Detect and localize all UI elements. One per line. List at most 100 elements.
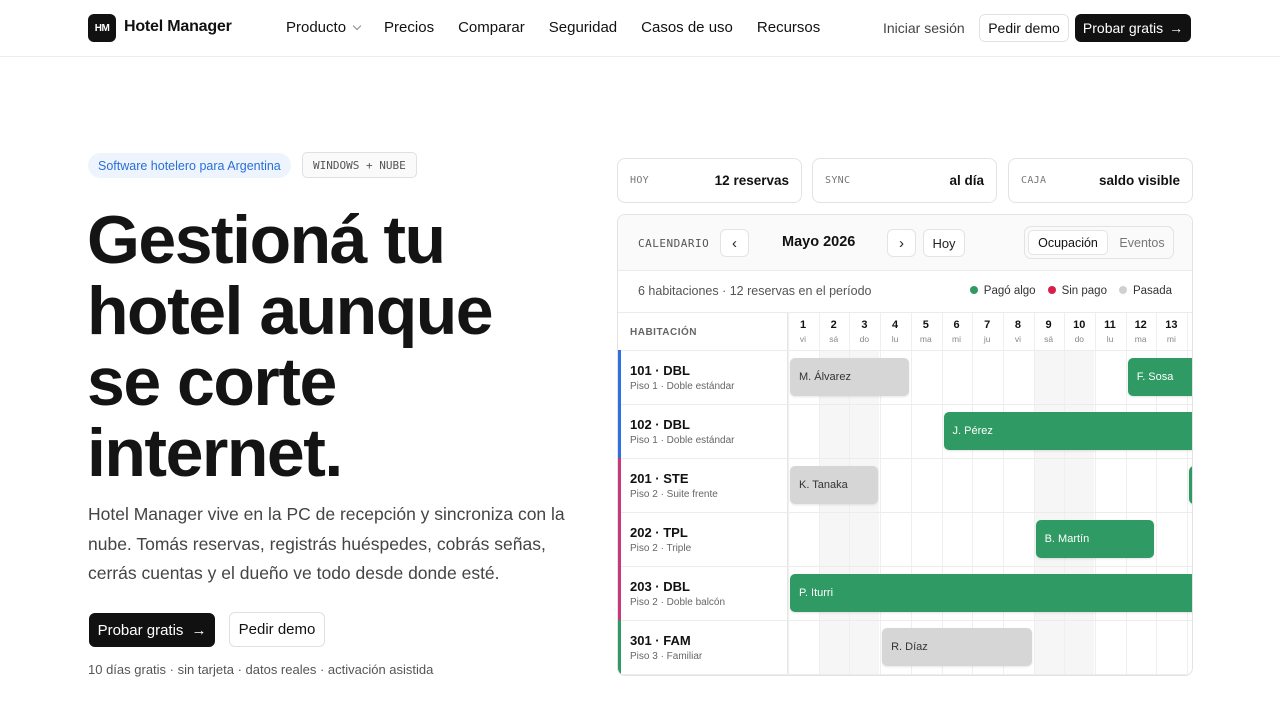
login-link[interactable]: Iniciar sesión	[883, 20, 965, 36]
arrow-right-icon: →	[191, 621, 207, 639]
prev-month-button[interactable]: ‹	[720, 229, 749, 257]
weekday-label: mi	[1166, 334, 1176, 344]
room-name[interactable]: 301 · FAM	[630, 633, 691, 648]
day-number: 3	[861, 319, 868, 331]
reservation-bar[interactable]: R. Díaz	[882, 628, 1032, 666]
stat-card-caja: CAJA saldo visible	[1008, 158, 1193, 203]
day-gridline	[1002, 313, 1004, 675]
day-header: 8 vi	[1003, 319, 1033, 344]
platform-badge: WINDOWS + NUBE	[302, 152, 417, 178]
nav-link-producto[interactable]: Producto	[286, 19, 362, 36]
day-gridline	[1095, 313, 1096, 675]
room-description: Piso 3 · Familiar	[630, 651, 703, 662]
dot-icon	[1047, 286, 1056, 294]
weekday-label: do	[1074, 334, 1085, 344]
room-name[interactable]: 102 · DBL	[630, 417, 690, 432]
room-color-bar	[618, 620, 621, 674]
reservation-bar[interactable]: K. Tanaka	[790, 466, 879, 504]
room-description: Piso 2 · Doble balcón	[630, 597, 726, 608]
room-name[interactable]: 203 · DBL	[630, 579, 690, 594]
top-navbar: HM Hotel Manager Producto Precios Compar…	[0, 0, 1280, 57]
row-divider	[618, 350, 1192, 351]
headline-line: se corte	[87, 344, 337, 420]
try-free-label: Probar gratis	[97, 621, 184, 639]
request-demo-button[interactable]: Pedir demo	[229, 612, 325, 647]
stat-label: HOY	[630, 175, 649, 186]
stat-card-sync: SYNC al día	[812, 158, 997, 203]
weekday-label: vi	[799, 334, 807, 344]
room-color-bar	[618, 458, 621, 512]
headline-line: hotel aunque	[87, 273, 494, 349]
room-description: Piso 1 · Doble estándar	[630, 381, 735, 392]
nav-link-casos-de-uso[interactable]: Casos de uso	[641, 19, 733, 36]
weekday-label: lu	[891, 334, 899, 344]
nav-link-label: Producto	[286, 19, 347, 36]
day-gridline	[788, 313, 789, 675]
hero-footnote: 10 días gratis · sin tarjeta · datos rea…	[88, 662, 434, 677]
room-description: Piso 2 · Triple	[630, 543, 692, 554]
reservation-bar[interactable]: P. Iturri	[790, 574, 1192, 612]
nav-demo-button[interactable]: Pedir demo	[979, 14, 1069, 42]
day-header: 11 lu	[1095, 319, 1125, 344]
day-gridline	[1064, 313, 1066, 675]
reservation-bar[interactable]: B. Martín	[1035, 520, 1155, 558]
headline-line: internet.	[87, 415, 343, 491]
day-number: 1	[799, 319, 807, 331]
day-header: 9 sá	[1034, 319, 1064, 344]
weekday-label: do	[859, 334, 870, 344]
calendar-title: CALENDARIO	[638, 237, 710, 250]
day-number: 5	[922, 319, 929, 331]
next-month-button[interactable]: ›	[887, 229, 916, 257]
calendar-summary: 6 habitaciones · 12 reservas en el perío…	[638, 284, 872, 298]
nav-link-recursos[interactable]: Recursos	[757, 19, 820, 36]
day-number: 6	[953, 319, 960, 331]
stat-label: SYNC	[825, 175, 851, 186]
weekday-label: lu	[1106, 334, 1114, 344]
day-header: 10 do	[1064, 319, 1094, 344]
room-color-bar	[618, 566, 621, 620]
room-name[interactable]: 101 · DBL	[630, 363, 690, 378]
weekend-shade	[1033, 350, 1064, 675]
nav-link-precios[interactable]: Precios	[384, 19, 434, 36]
weekday-label: ma	[1134, 334, 1147, 344]
hero-subtitle: Hotel Manager vive en la PC de recepción…	[88, 504, 565, 583]
today-button[interactable]: Hoy	[923, 229, 965, 257]
reservation-bar[interactable]	[1189, 466, 1192, 504]
day-header: 4 lu	[880, 319, 910, 344]
room-color-bar	[618, 404, 621, 458]
weekend-shade	[1064, 350, 1095, 675]
view-toggle: Ocupación Eventos	[1024, 226, 1174, 259]
weekday-label: sá	[829, 334, 839, 344]
view-occupancy-tab[interactable]: Ocupación	[1028, 230, 1108, 255]
room-column-divider	[787, 313, 788, 675]
nav-try-label: Probar gratis	[1082, 20, 1164, 36]
nav-link-seguridad[interactable]: Seguridad	[549, 19, 617, 36]
day-header: 1 vi	[788, 319, 818, 344]
nav-link-comparar[interactable]: Comparar	[458, 19, 525, 36]
weekday-label: ma	[919, 334, 932, 344]
room-name[interactable]: 202 · TPL	[630, 525, 688, 540]
row-divider	[618, 674, 1192, 675]
weekday-label: ju	[983, 334, 991, 344]
day-number: 7	[984, 319, 991, 331]
stat-value: al día	[949, 173, 984, 188]
row-divider	[618, 458, 1192, 459]
calendar-month: Mayo 2026	[782, 234, 856, 250]
brand-name[interactable]: Hotel Manager	[124, 18, 232, 36]
logo-icon[interactable]: HM	[88, 14, 116, 42]
hero-headline: Gestioná tu hotel aunque se corte intern…	[87, 205, 587, 489]
calendar-legend: Pagó algo Sin pago Pasada	[969, 285, 1172, 297]
try-free-button[interactable]: Probar gratis →	[89, 613, 215, 647]
weekday-label: mi	[952, 334, 961, 344]
day-gridline	[941, 313, 943, 675]
reservation-bar[interactable]: F. Sosa	[1127, 358, 1192, 396]
row-divider	[618, 512, 1192, 513]
day-header: 7 ju	[972, 319, 1002, 344]
day-number: 13	[1165, 319, 1178, 331]
room-name[interactable]: 201 · STE	[630, 471, 689, 486]
reservation-bar[interactable]: M. Álvarez	[790, 358, 909, 396]
nav-try-button[interactable]: Probar gratis →	[1075, 14, 1191, 42]
weekday-label: vi	[1014, 334, 1021, 344]
view-events-tab[interactable]: Eventos	[1113, 230, 1171, 255]
reservation-bar[interactable]: J. Pérez	[943, 412, 1192, 450]
